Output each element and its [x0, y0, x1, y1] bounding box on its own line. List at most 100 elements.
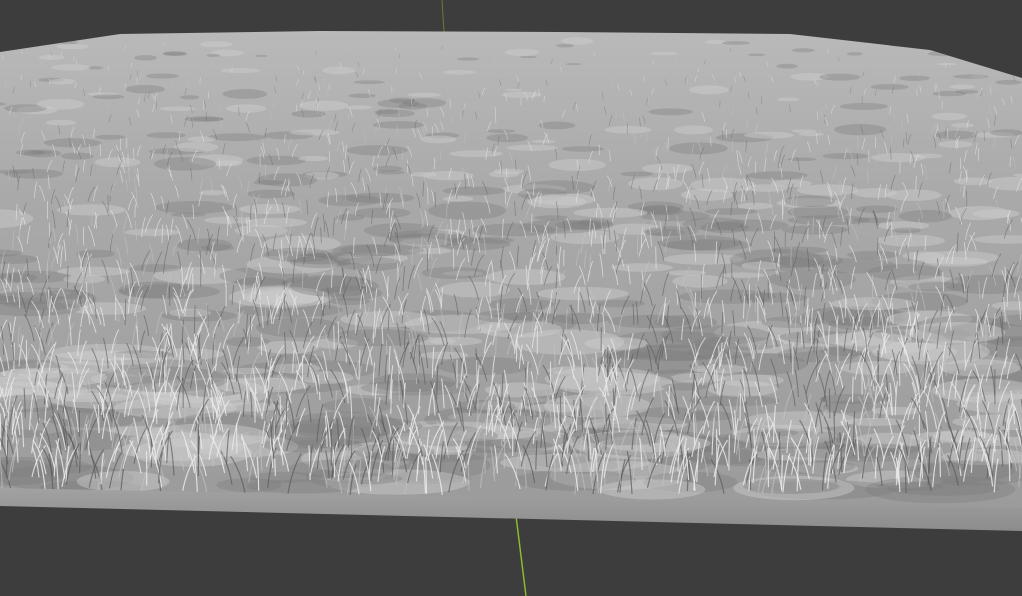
grass-shadow-clump	[76, 249, 115, 258]
grass-shadow-clump	[935, 130, 977, 140]
grass-strand	[477, 398, 479, 433]
grass-strand	[242, 222, 244, 242]
grass-highlight-clump	[604, 125, 652, 134]
grass-shadow-clump	[839, 102, 888, 110]
grass-highlight-clump	[222, 367, 272, 375]
grass-shadow-clump	[246, 155, 307, 166]
grass-shadow-clump	[375, 108, 400, 115]
grass-highlight-clump	[853, 188, 898, 198]
grass-strand	[333, 325, 335, 350]
grass-shadow-clump	[234, 277, 288, 287]
grass-shadow-clump	[847, 250, 899, 260]
grass-shadow-clump	[776, 63, 798, 69]
grass-strand	[5, 427, 7, 457]
grass-shadow-clump	[787, 215, 871, 226]
grass-shadow-clump	[791, 48, 815, 53]
grass-shadow-clump	[819, 73, 861, 81]
grass-shadow-clump	[2, 43, 27, 48]
grass-highlight-clump	[972, 209, 1020, 219]
grass-highlight-clump	[299, 100, 349, 111]
grass-shadow-clump	[822, 152, 870, 160]
axis-z-line-top	[441, 0, 445, 33]
grass-shadow-clump	[146, 73, 179, 79]
grass-shadow-clump	[353, 207, 411, 219]
grass-shadow-clump	[456, 57, 479, 61]
grass-highlight-clump	[951, 122, 974, 128]
grass-shadow-clump	[154, 157, 217, 171]
grass-shadow-clump	[246, 189, 296, 199]
grass-highlight-clump	[51, 64, 91, 71]
grass-strand	[489, 280, 491, 304]
grass-shadow-clump	[43, 138, 102, 148]
grass-shadow-clump	[60, 40, 78, 45]
grass-highlight-clump	[641, 163, 694, 174]
grass-shadow-clump	[179, 95, 200, 100]
grass-shadow-clump	[291, 110, 326, 118]
axis-y-line	[515, 515, 527, 596]
grass-shadow-clump	[721, 41, 750, 45]
grass-shadow-clump	[770, 246, 828, 254]
grass-highlight-clump	[599, 479, 706, 500]
grass-shadow-clump	[442, 186, 506, 196]
grass-shadow-clump	[620, 171, 654, 177]
grass-shadow-clump	[519, 55, 538, 59]
grass-highlight-clump	[420, 135, 457, 144]
grass-shadow-clump	[191, 117, 224, 122]
grass-highlight-clump	[770, 179, 812, 187]
grass-strand	[828, 388, 831, 419]
grass-strand	[467, 461, 470, 492]
grass-highlight-clump	[420, 351, 469, 359]
grass-highlight-clump	[174, 142, 219, 153]
grass-highlight-clump	[442, 196, 474, 202]
grass-highlight-clump	[913, 250, 1000, 265]
grass-highlight-clump	[744, 131, 794, 139]
grass-highlight-clump	[673, 125, 714, 135]
grass-highlight-clump	[409, 172, 438, 177]
grass-strand	[739, 393, 742, 421]
grass-shadow-clump	[372, 121, 426, 129]
grass-shadow-clump	[663, 239, 753, 251]
grass-shadow-clump	[846, 52, 863, 56]
grass-highlight-clump	[504, 48, 540, 56]
grass-shadow-clump	[387, 229, 468, 245]
grass-highlight-clump	[911, 153, 943, 159]
grass-shadow-clump	[487, 129, 516, 134]
grass-highlight-clump	[49, 78, 76, 85]
grass-highlight-clump	[796, 184, 859, 196]
grass-highlight-clump	[937, 62, 957, 66]
grass-shadow-clump	[927, 51, 959, 57]
grass-shadow-clump	[907, 460, 1015, 482]
grass-shadow-clump	[990, 129, 1022, 137]
grass-shadow-clump	[95, 134, 126, 140]
grass-shadow-clump	[534, 215, 569, 221]
grass-highlight-clump	[505, 88, 523, 91]
grass-highlight-clump	[689, 85, 729, 95]
grass-shadow-clump	[595, 299, 646, 308]
grass-shadow-clump	[427, 201, 507, 220]
grass-strand	[285, 397, 288, 430]
viewport-scene[interactable]	[0, 0, 1022, 596]
grass-shadow-clump	[782, 225, 849, 235]
grass-shadow-clump	[648, 108, 693, 116]
grass-shadow-clump	[208, 133, 265, 142]
grass-shadow-clump	[970, 58, 997, 63]
grass-shadow-clump	[163, 51, 186, 56]
grass-shadow-clump	[1008, 38, 1022, 43]
grass-highlight-clump	[56, 204, 126, 216]
grass-shadow-clump	[125, 84, 165, 94]
grass-highlight-clump	[438, 281, 510, 298]
grass-shadow-clump	[206, 53, 221, 57]
grass-highlight-clump	[159, 106, 196, 111]
grass-highlight-clump	[200, 41, 233, 48]
grass-highlight-clump	[73, 352, 139, 361]
grass-highlight-clump	[931, 112, 967, 121]
grass-strand	[434, 192, 436, 208]
grass-shadow-clump	[952, 74, 989, 79]
grass-strand	[604, 234, 606, 255]
grass-highlight-clump	[209, 402, 283, 412]
grass-shadow-clump	[176, 238, 233, 252]
grass-highlight-clump	[169, 308, 212, 317]
3d-viewport[interactable]	[0, 0, 1022, 596]
grass-highlight-clump	[493, 168, 524, 175]
grass-shadow-clump	[561, 146, 604, 152]
